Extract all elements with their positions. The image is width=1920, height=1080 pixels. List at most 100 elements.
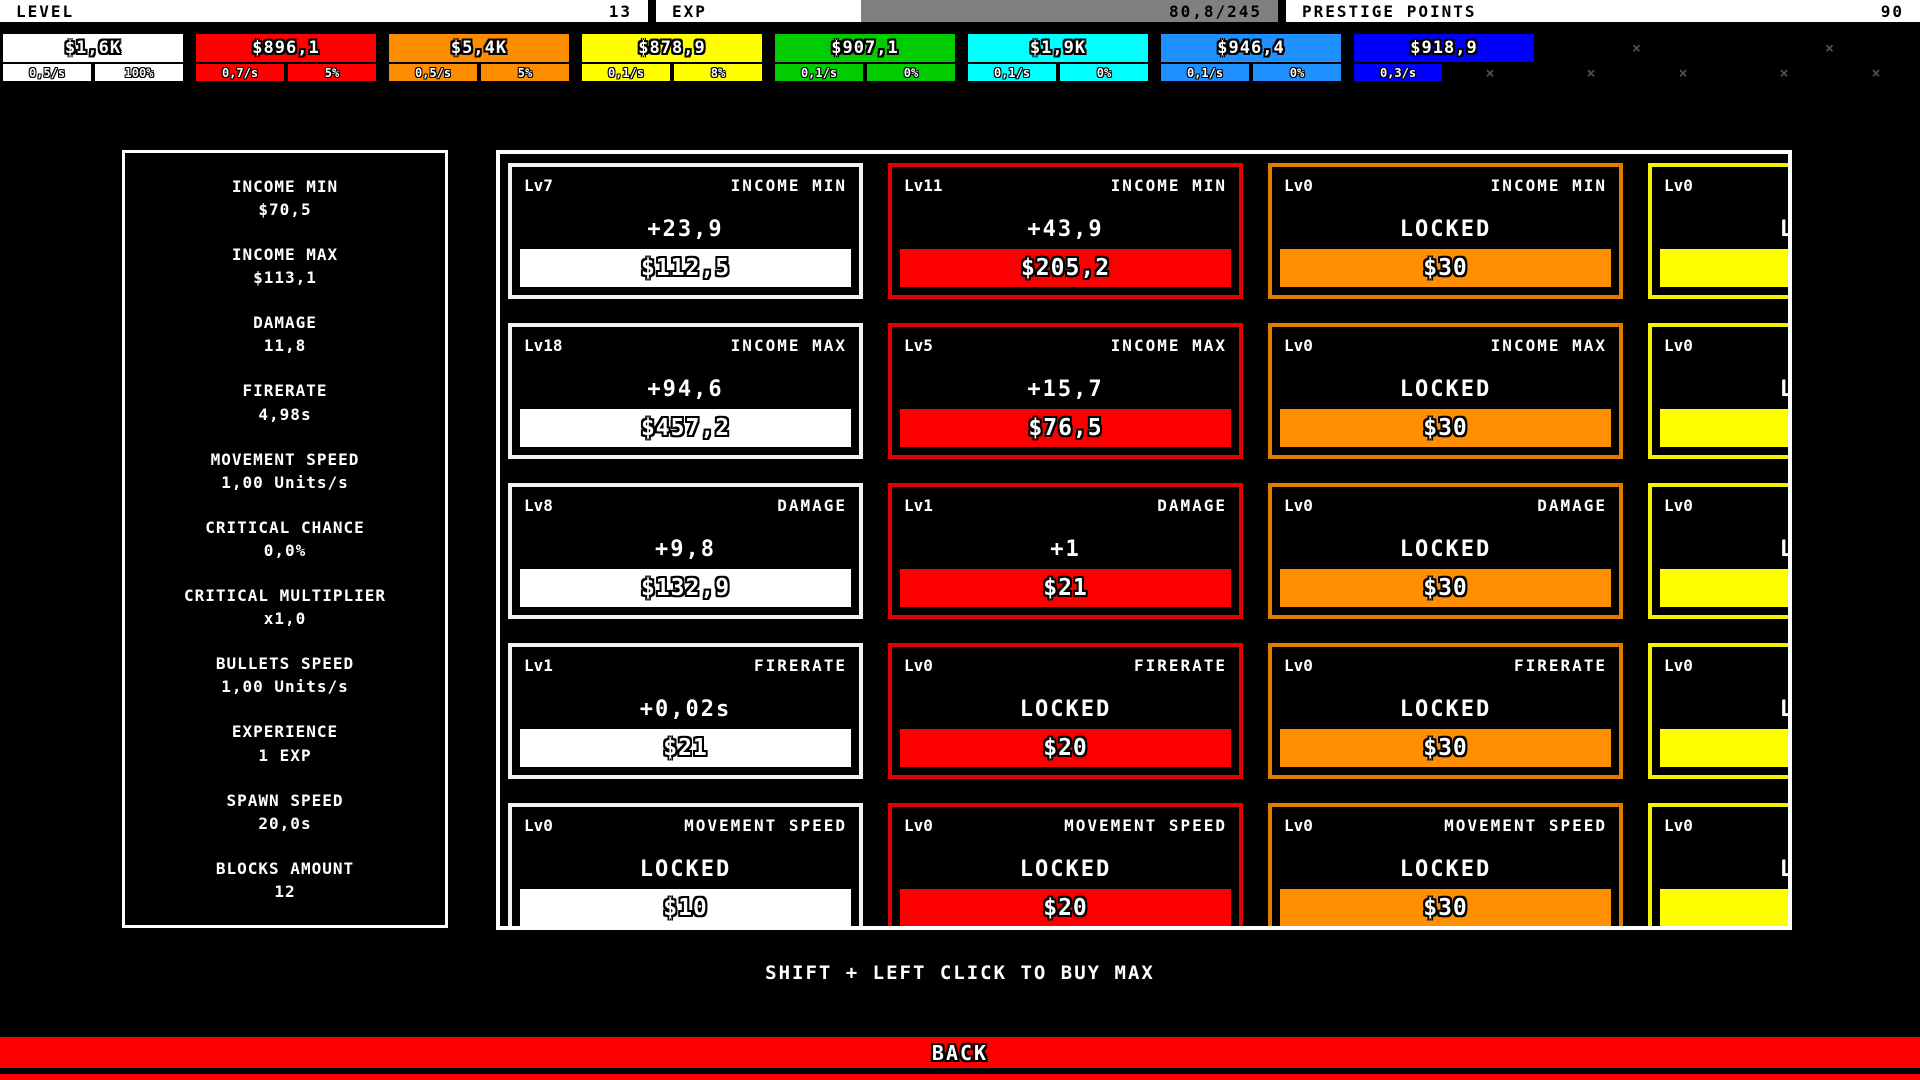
stat-value: 4,98s xyxy=(242,403,327,426)
card-effect-or-locked: +1 xyxy=(892,537,1239,562)
stat-label: FIRERATE xyxy=(242,379,327,402)
stat-label: MOVEMENT SPEED xyxy=(211,448,360,471)
currency-sub-row: ×× xyxy=(1740,64,1920,81)
upgrade-card-r5c3[interactable]: Lv0MOVEMENT SPEEDLOCKED$30 xyxy=(1268,803,1623,930)
upgrade-card-r3c2[interactable]: Lv1DAMAGE+1$21 xyxy=(888,483,1243,619)
currency-sub-row: 0,1/s0% xyxy=(968,64,1148,81)
currency-percent-cell: 0% xyxy=(1253,64,1341,81)
card-level: Lv0 xyxy=(1664,816,1693,835)
stat-item: INCOME MAX$113,1 xyxy=(232,243,338,289)
card-level: Lv0 xyxy=(1284,496,1313,515)
stat-item: DAMAGE11,8 xyxy=(253,311,317,357)
card-effect-or-locked: +9,8 xyxy=(512,537,859,562)
card-effect-or-locked: LOCKED xyxy=(892,857,1239,882)
upgrade-card-r1c1[interactable]: Lv7INCOME MIN+23,9$112,5 xyxy=(508,163,863,299)
upgrade-card-r4c2[interactable]: Lv0FIRERATELOCKED$20 xyxy=(888,643,1243,779)
card-effect-or-locked: +94,6 xyxy=(512,377,859,402)
empty-cell-x-icon: × xyxy=(1586,64,1595,82)
card-header: Lv0 xyxy=(1652,487,1792,515)
card-level: Lv0 xyxy=(904,656,933,675)
upgrade-card-r5c2[interactable]: Lv0MOVEMENT SPEEDLOCKED$20 xyxy=(888,803,1243,930)
card-stat-name: FIRERATE xyxy=(1514,656,1607,675)
currency-sub-row: 0,3/s× xyxy=(1354,64,1534,81)
currency-slot-10: ××× xyxy=(1740,34,1920,81)
currency-slot-3: $5,4K0,5/s5% xyxy=(389,34,569,81)
currency-sub-row: 0,5/s100% xyxy=(3,64,183,81)
currency-sub-row: 0,1/s0% xyxy=(1161,64,1341,81)
empty-cell-x-icon: × xyxy=(1779,64,1788,82)
level-value: 13 xyxy=(609,2,632,21)
upgrade-card-r5c4[interactable]: Lv0 LOCKED xyxy=(1648,803,1792,930)
upgrade-card-r1c4[interactable]: Lv0LOCKED xyxy=(1648,163,1792,299)
currency-amount: $896,1 xyxy=(196,34,376,62)
card-stat-name: MOVEMENT SPEED xyxy=(1444,816,1607,835)
empty-cell-x-icon: × xyxy=(1871,64,1880,82)
upgrade-card-r3c4[interactable]: Lv0LOCKED xyxy=(1648,483,1792,619)
currency-percent-cell: × xyxy=(1832,64,1920,81)
currency-percent-cell: × xyxy=(1639,64,1727,81)
card-stat-name: DAMAGE xyxy=(1157,496,1227,515)
card-header: Lv0INCOME MIN xyxy=(1272,167,1619,195)
upgrade-card-r2c2[interactable]: Lv5INCOME MAX+15,7$76,5 xyxy=(888,323,1243,459)
stat-label: DAMAGE xyxy=(253,311,317,334)
card-price-bar: $132,9 xyxy=(520,569,851,607)
upgrade-card-r4c3[interactable]: Lv0FIRERATELOCKED$30 xyxy=(1268,643,1623,779)
stat-item: CRITICAL MULTIPLIERx1,0 xyxy=(184,584,386,630)
card-stat-name: INCOME MAX xyxy=(731,336,847,355)
currency-slot-2: $896,10,7/s5% xyxy=(196,34,376,81)
upgrade-card-r1c3[interactable]: Lv0INCOME MINLOCKED$30 xyxy=(1268,163,1623,299)
card-level: Lv0 xyxy=(1284,656,1313,675)
card-level: Lv1 xyxy=(904,496,933,515)
card-price-bar xyxy=(1660,409,1792,447)
currency-percent-cell: × xyxy=(1446,64,1534,81)
stat-label: BLOCKS AMOUNT xyxy=(216,857,354,880)
card-price-bar xyxy=(1660,729,1792,767)
card-effect-or-locked: LOCKED xyxy=(1652,217,1792,242)
upgrade-card-r3c1[interactable]: Lv8DAMAGE +9,8 $132,9 xyxy=(508,483,863,619)
prestige-bar: PRESTIGE POINTS 90 xyxy=(1286,0,1920,22)
currency-rate-cell: 0,7/s xyxy=(196,64,284,81)
empty-cell-x-icon: × xyxy=(1485,64,1494,82)
card-effect-or-locked: LOCKED xyxy=(1272,857,1619,882)
stat-value: $70,5 xyxy=(232,198,338,221)
card-price-bar xyxy=(1660,569,1792,607)
card-header: Lv0DAMAGE xyxy=(1272,487,1619,515)
card-effect-or-locked: +0,02s xyxy=(512,697,859,722)
stat-value: $113,1 xyxy=(232,266,338,289)
exp-value: 80,8/245 xyxy=(1169,2,1262,21)
currency-amount: $946,4 xyxy=(1161,34,1341,62)
card-header: Lv1FIRERATE xyxy=(512,647,859,675)
stat-item: FIRERATE4,98s xyxy=(242,379,327,425)
stat-value: 0,0% xyxy=(205,539,365,562)
stat-label: SPAWN SPEED xyxy=(227,789,344,812)
card-effect-or-locked: LOCKED xyxy=(1652,857,1792,882)
upgrade-card-r4c1[interactable]: Lv1FIRERATE+0,02s$21 xyxy=(508,643,863,779)
currency-sub-row: 0,5/s5% xyxy=(389,64,569,81)
upgrade-card-r5c1[interactable]: Lv0MOVEMENT SPEEDLOCKED$10 xyxy=(508,803,863,930)
upgrade-card-r1c2[interactable]: Lv11INCOME MIN+43,9$205,2 xyxy=(888,163,1243,299)
currency-rate-cell: 0,1/s xyxy=(582,64,670,81)
upgrade-card-r2c3[interactable]: Lv0INCOME MAXLOCKED$30 xyxy=(1268,323,1623,459)
stat-label: INCOME MIN xyxy=(232,175,338,198)
back-button[interactable]: BACK xyxy=(0,1037,1920,1068)
buy-max-hint: SHIFT + LEFT CLICK TO BUY MAX xyxy=(0,962,1920,984)
upgrade-card-r2c1[interactable]: Lv18INCOME MAX+94,6$457,2 xyxy=(508,323,863,459)
card-level: Lv0 xyxy=(1284,336,1313,355)
upgrade-card-r2c4[interactable]: Lv0LOCKED xyxy=(1648,323,1792,459)
card-stat-name: MOVEMENT SPEED xyxy=(1064,816,1227,835)
card-header: Lv0 FIRERATE xyxy=(1272,647,1619,675)
card-effect-or-locked: LOCKED xyxy=(512,857,859,882)
card-header: Lv8DAMAGE xyxy=(512,487,859,515)
stat-item: BLOCKS AMOUNT12 xyxy=(216,857,354,903)
stat-value: 1,00 Units/s xyxy=(216,675,354,698)
currency-percent-cell: 8% xyxy=(674,64,762,81)
card-price-bar: $30 xyxy=(1280,889,1611,927)
upgrade-card-r4c4[interactable]: Lv0LOCKED xyxy=(1648,643,1792,779)
stat-item: MOVEMENT SPEED1,00 Units/s xyxy=(211,448,360,494)
card-stat-name: INCOME MIN xyxy=(1111,176,1227,195)
card-stat-name: MOVEMENT SPEED xyxy=(684,816,847,835)
currency-slot-5: $907,10,1/s0% xyxy=(775,34,955,81)
stat-label: EXPERIENCE xyxy=(232,720,338,743)
upgrade-card-r3c3[interactable]: Lv0DAMAGELOCKED$30 xyxy=(1268,483,1623,619)
currency-slot-empty: × xyxy=(1740,34,1920,62)
